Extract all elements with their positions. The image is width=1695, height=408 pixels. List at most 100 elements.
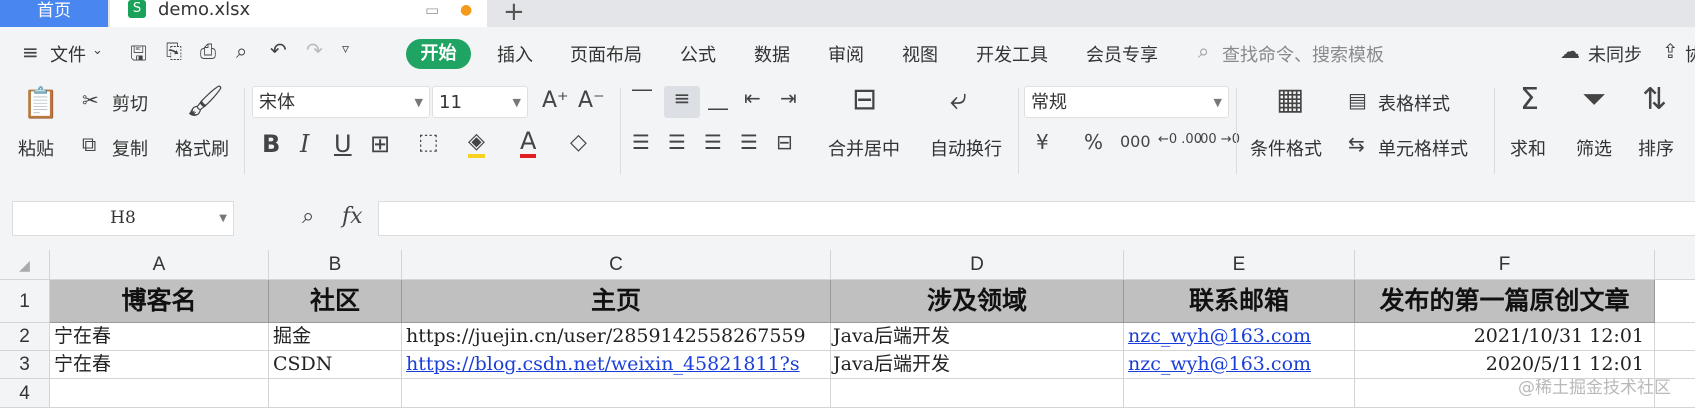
column-header-d[interactable]: D [831, 250, 1124, 280]
menu-page-layout[interactable]: 页面布局 [570, 41, 642, 67]
format-painter-icon[interactable]: 🖌 [186, 84, 224, 119]
distributed-align-icon[interactable]: ⊟ [776, 130, 793, 154]
align-right-icon[interactable]: ☰ [704, 130, 722, 154]
menu-file[interactable]: 文件 [50, 41, 86, 67]
italic-button[interactable]: I [300, 130, 309, 158]
share-icon[interactable]: ⇪ [1662, 39, 1679, 63]
format-painter-button[interactable]: 格式刷 [175, 135, 229, 161]
sum-button[interactable]: 求和 [1510, 135, 1546, 161]
increase-font-icon[interactable]: A⁺ [542, 88, 569, 113]
cloud-sync-icon[interactable]: ☁ [1560, 39, 1580, 63]
column-header-e[interactable]: E [1124, 250, 1355, 280]
scissors-icon[interactable]: ✂ [82, 88, 99, 112]
cell-fill-pattern-icon[interactable]: ⬚ [418, 130, 439, 155]
zoom-formula-icon[interactable]: ⌕ [302, 204, 314, 229]
font-size-select[interactable]: 11 ▼ [432, 86, 528, 118]
column-header-c[interactable]: C [402, 250, 831, 280]
cell-d1[interactable]: 涉及领域 [831, 280, 1124, 323]
percent-button[interactable]: % [1084, 130, 1103, 154]
increase-indent-icon[interactable]: ⇥ [780, 86, 797, 110]
print-preview-icon[interactable]: ⌕ [236, 39, 247, 63]
align-left-icon[interactable]: ☰ [632, 130, 650, 154]
monitor-icon[interactable]: ▭ [425, 0, 439, 20]
copy-button[interactable]: 复制 [112, 135, 148, 161]
font-name-select[interactable]: 宋体 ▼ [252, 86, 430, 118]
column-header-a[interactable]: A [50, 250, 269, 280]
formula-input[interactable] [378, 201, 1695, 236]
save-icon[interactable]: 🖫 [130, 39, 147, 73]
chevron-down-icon[interactable]: ⌄ [92, 43, 103, 58]
filter-button[interactable]: 筛选 [1576, 135, 1612, 161]
thousands-separator-button[interactable]: 000 [1120, 132, 1151, 151]
sync-status[interactable]: 未同步 [1588, 41, 1642, 67]
tab-document[interactable]: S demo.xlsx ▭ ● [110, 0, 487, 27]
menu-review[interactable]: 审阅 [828, 41, 864, 67]
menu-start[interactable]: 开始 [406, 39, 471, 69]
cell-e2[interactable]: nzc_wyh@163.com [1124, 323, 1355, 351]
cell-g2[interactable] [1655, 323, 1695, 351]
cell-b4[interactable] [269, 379, 402, 408]
column-header-f[interactable]: F [1355, 250, 1655, 280]
customize-toolbar-icon[interactable]: ▿ [342, 41, 349, 57]
decrease-font-icon[interactable]: A⁻ [578, 88, 605, 113]
cell-g1[interactable] [1655, 280, 1695, 323]
cell-a4[interactable] [50, 379, 269, 408]
sum-icon[interactable]: Σ [1520, 82, 1539, 117]
menu-formula[interactable]: 公式 [680, 41, 716, 67]
row-header-4[interactable]: 4 [0, 379, 50, 408]
wrap-text-button[interactable]: 自动换行 [930, 135, 1002, 161]
bold-button[interactable]: B [262, 130, 280, 158]
justify-icon[interactable]: ☰ [740, 130, 758, 154]
align-bottom-icon[interactable]: ⎽ [708, 86, 728, 110]
table-style-button[interactable]: 表格样式 [1378, 90, 1450, 116]
cell-style-button[interactable]: 单元格样式 [1378, 135, 1468, 161]
row-header-1[interactable]: 1 [0, 280, 50, 323]
currency-button[interactable]: ¥ [1036, 130, 1049, 154]
undo-icon[interactable]: ↶ [270, 38, 287, 62]
sort-button[interactable]: 排序 [1638, 135, 1674, 161]
menu-hamburger-icon[interactable]: ≡ [22, 40, 39, 64]
cut-button[interactable]: 剪切 [112, 90, 148, 116]
cell-d2[interactable]: Java后端开发 [831, 323, 1124, 351]
cell-c4[interactable] [402, 379, 831, 408]
fx-button[interactable]: fx [342, 204, 363, 229]
redo-icon[interactable]: ↷ [306, 38, 323, 62]
menu-data[interactable]: 数据 [754, 41, 790, 67]
cell-style-icon[interactable]: ⇆ [1348, 132, 1365, 156]
cell-f2[interactable]: 2021/10/31 12:01 [1355, 323, 1655, 351]
export-pdf-icon[interactable]: ⎘ [166, 39, 182, 63]
cell-e1[interactable]: 联系邮箱 [1124, 280, 1355, 323]
decrease-decimal-button[interactable]: .00 →0 [1196, 132, 1240, 147]
merge-center-button[interactable]: 合并居中 [828, 135, 900, 161]
name-box[interactable]: H8 ▼ [12, 201, 234, 236]
cell-a1[interactable]: 博客名 [50, 280, 269, 323]
select-all-corner[interactable]: ◢ [0, 250, 50, 280]
align-top-icon[interactable]: ⎺ [632, 86, 652, 110]
print-icon[interactable]: ⎙ [200, 39, 216, 63]
row-header-2[interactable]: 2 [0, 323, 50, 351]
cell-c2[interactable]: https://juejin.cn/user/2859142558267559 [402, 323, 831, 351]
share-label[interactable]: 协 [1685, 41, 1695, 67]
copy-icon[interactable]: ⧉ [82, 132, 96, 156]
cell-b1[interactable]: 社区 [269, 280, 402, 323]
font-color-button[interactable]: A [520, 128, 537, 158]
new-tab-button[interactable]: + [503, 0, 525, 27]
cell-e3[interactable]: nzc_wyh@163.com [1124, 351, 1355, 379]
fill-color-icon[interactable]: ◈ [468, 130, 485, 158]
border-icon[interactable]: ⊞ [370, 130, 390, 158]
cell-c3[interactable]: https://blog.csdn.net/weixin_45821811?s [402, 351, 831, 379]
merge-center-icon[interactable]: ⊟ [852, 82, 877, 117]
conditional-format-button[interactable]: 条件格式 [1250, 135, 1322, 161]
cell-a3[interactable]: 宁在春 [50, 351, 269, 379]
paste-icon[interactable]: 📋 [22, 86, 59, 121]
menu-view[interactable]: 视图 [902, 41, 938, 67]
menu-developer[interactable]: 开发工具 [976, 41, 1048, 67]
cell-e4[interactable] [1124, 379, 1355, 408]
decrease-indent-icon[interactable]: ⇤ [744, 86, 761, 110]
underline-button[interactable]: U [334, 130, 352, 158]
search-icon[interactable]: ⌕ [1198, 39, 1209, 63]
cell-d4[interactable] [831, 379, 1124, 408]
row-header-3[interactable]: 3 [0, 351, 50, 379]
number-format-select[interactable]: 常规 ▼ [1024, 86, 1229, 118]
table-style-icon[interactable]: ▤ [1348, 88, 1367, 112]
